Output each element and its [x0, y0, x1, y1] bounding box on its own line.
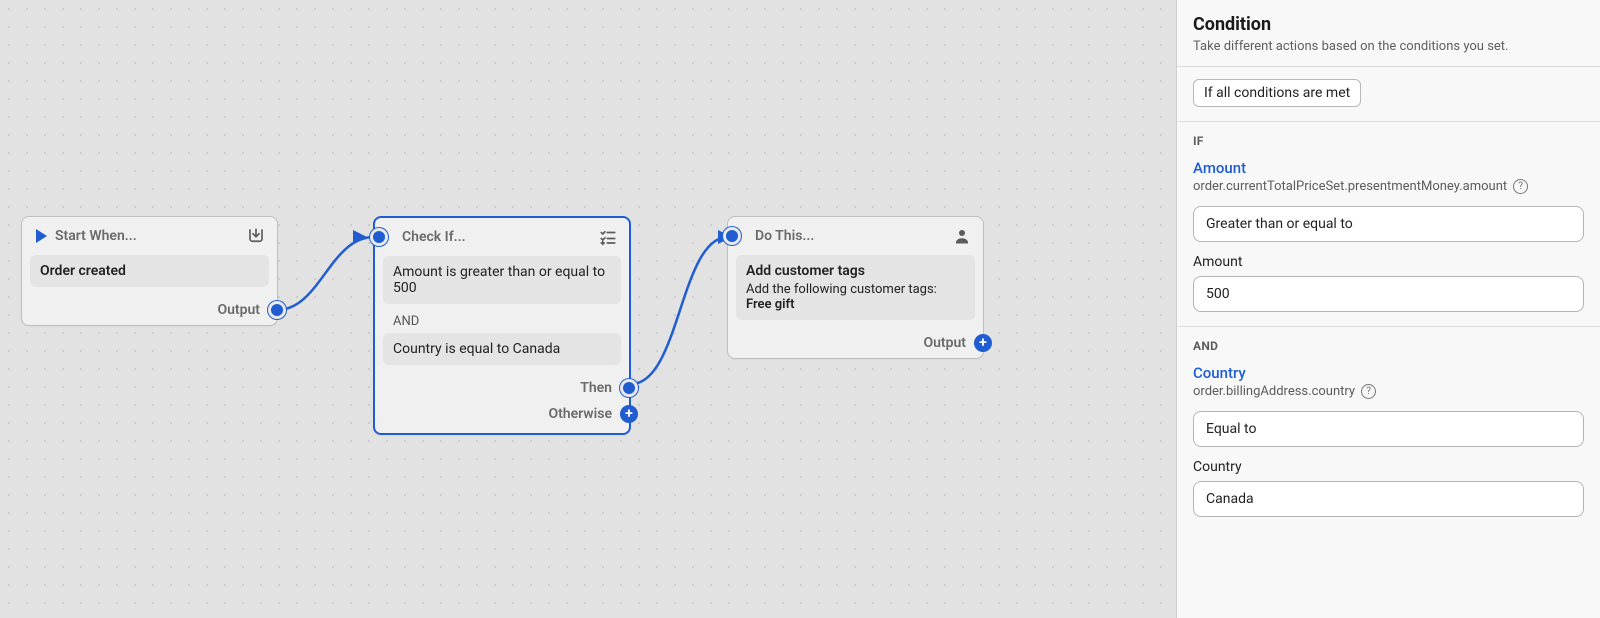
- help-icon[interactable]: ?: [1513, 179, 1528, 194]
- condition-sidebar: Condition Take different actions based o…: [1176, 0, 1600, 618]
- input-port[interactable]: [370, 228, 388, 246]
- action-node-title: Do This...: [755, 228, 945, 244]
- action-title: Add customer tags: [746, 263, 965, 279]
- action-input-port[interactable]: [723, 227, 741, 245]
- flow-canvas[interactable]: Start When... Order created Output Check…: [0, 0, 1176, 618]
- start-node-title: Start When...: [55, 228, 239, 244]
- field2-operator-select[interactable]: Equal to: [1193, 411, 1584, 447]
- sidebar-header: Condition Take different actions based o…: [1177, 0, 1600, 67]
- output-label: Output: [217, 302, 260, 318]
- match-mode-chip[interactable]: If all conditions are met: [1193, 79, 1361, 107]
- match-mode-section: If all conditions are met: [1177, 67, 1600, 122]
- field2-path: order.billingAddress.country: [1193, 384, 1355, 399]
- then-label: Then: [580, 380, 612, 396]
- condition-row-1[interactable]: Amount is greater than or equal to 500: [383, 256, 621, 304]
- action-desc: Add the following customer tags:: [746, 282, 965, 297]
- trigger-row[interactable]: Order created: [30, 255, 269, 287]
- otherwise-label: Otherwise: [548, 406, 612, 422]
- action-tag: Free gift: [746, 297, 965, 312]
- field2-value-input[interactable]: Canada: [1193, 481, 1584, 517]
- condition-node[interactable]: Check If... Amount is greater than or eq…: [373, 216, 631, 435]
- person-icon: [953, 227, 971, 245]
- field1-value-label: Amount: [1193, 254, 1584, 270]
- action-row[interactable]: Add customer tags Add the following cust…: [736, 255, 975, 320]
- condition-row-2[interactable]: Country is equal to Canada: [383, 333, 621, 365]
- then-port[interactable]: [620, 379, 638, 397]
- sidebar-title: Condition: [1193, 14, 1584, 35]
- play-icon: [36, 229, 47, 243]
- field1-operator-select[interactable]: Greater than or equal to: [1193, 206, 1584, 242]
- start-node[interactable]: Start When... Order created Output: [21, 216, 278, 326]
- sidebar-subtitle: Take different actions based on the cond…: [1193, 39, 1584, 54]
- field2-name-link[interactable]: Country: [1193, 364, 1246, 382]
- condition-node-title: Check If...: [402, 229, 591, 245]
- import-icon: [247, 227, 265, 245]
- output-port[interactable]: [268, 301, 286, 319]
- and-label: And: [1193, 339, 1584, 353]
- action-output-label: Output: [923, 335, 966, 351]
- field1-name-link[interactable]: Amount: [1193, 159, 1246, 177]
- condition-2-section: And Country order.billingAddress.country…: [1177, 327, 1600, 531]
- otherwise-add-port[interactable]: +: [620, 405, 638, 423]
- checklist-icon: [599, 228, 617, 246]
- field1-path: order.currentTotalPriceSet.presentmentMo…: [1193, 179, 1507, 194]
- if-label: If: [1193, 134, 1584, 148]
- action-output-port[interactable]: +: [974, 334, 992, 352]
- condition-joiner: AND: [383, 310, 621, 333]
- field2-value-label: Country: [1193, 459, 1584, 475]
- condition-1-section: If Amount order.currentTotalPriceSet.pre…: [1177, 122, 1600, 327]
- help-icon-2[interactable]: ?: [1361, 384, 1376, 399]
- action-node[interactable]: Do This... Add customer tags Add the fol…: [727, 216, 984, 359]
- field1-value-input[interactable]: 500: [1193, 276, 1584, 312]
